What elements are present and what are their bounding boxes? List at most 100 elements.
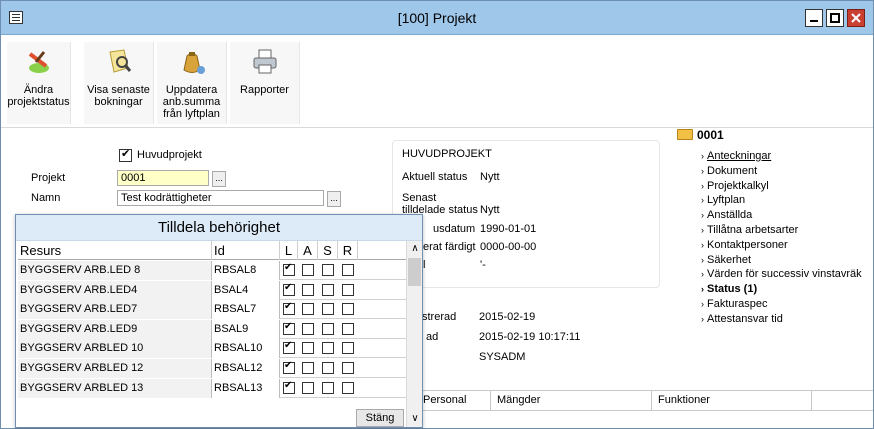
permission-a-checkbox[interactable] bbox=[302, 264, 314, 276]
chevron-right-icon: › bbox=[701, 151, 704, 161]
tree-item[interactable]: › Tillåtna arbetsarter bbox=[701, 223, 798, 237]
change-status-button[interactable]: Ändra projektstatus bbox=[7, 42, 71, 124]
cell-resurs: BYGGSERV ARB.LED7 bbox=[18, 300, 212, 320]
permission-r-checkbox[interactable] bbox=[342, 362, 354, 374]
permission-a-checkbox[interactable] bbox=[302, 381, 314, 394]
permission-a-checkbox[interactable] bbox=[302, 283, 314, 296]
scroll-down-icon[interactable]: ∨ bbox=[407, 411, 423, 427]
permission-l-checkbox[interactable] bbox=[283, 301, 295, 316]
permission-s-checkbox[interactable] bbox=[322, 342, 334, 355]
minimize-button[interactable] bbox=[805, 9, 823, 27]
update-sum-button[interactable]: Uppdatera anb.summa från lyftplan bbox=[157, 42, 227, 124]
permission-l-checkbox[interactable] bbox=[283, 262, 295, 276]
tree-item[interactable]: › Värden för successiv vinstavräk bbox=[701, 267, 862, 281]
permission-s-checkbox[interactable] bbox=[322, 283, 334, 296]
tree-item[interactable]: › Kontaktpersoner bbox=[701, 238, 788, 252]
project-input[interactable]: 0001 bbox=[117, 170, 209, 186]
name-lookup-button[interactable]: ... bbox=[327, 191, 341, 207]
permission-s-checkbox[interactable] bbox=[322, 362, 334, 374]
tree-item[interactable]: › Fakturaspec bbox=[701, 297, 768, 311]
info-value-last-status: Nytt bbox=[480, 204, 500, 216]
permission-a-checkbox[interactable] bbox=[302, 362, 314, 374]
tree-item[interactable]: › Anställda bbox=[701, 208, 752, 222]
project-lookup-button[interactable]: ... bbox=[212, 171, 226, 187]
close-window-button[interactable] bbox=[847, 9, 865, 27]
chevron-right-icon: › bbox=[701, 269, 704, 280]
registered-label: strerad bbox=[422, 311, 457, 323]
chevron-right-icon: › bbox=[701, 284, 704, 295]
tree-item[interactable]: › Säkerhet bbox=[701, 253, 751, 267]
table-row[interactable]: BYGGSERV ARBLED 12 RBSAL12 bbox=[18, 359, 406, 378]
cell-resurs: BYGGSERV ARBLED 10 bbox=[18, 339, 212, 359]
permission-a-checkbox[interactable] bbox=[302, 303, 314, 316]
permission-r-checkbox[interactable] bbox=[342, 264, 354, 276]
scroll-up-icon[interactable]: ∧ bbox=[407, 241, 423, 257]
tab-quantities[interactable]: Mängder bbox=[491, 391, 652, 411]
permission-a-checkbox[interactable] bbox=[302, 342, 314, 355]
permission-r-checkbox[interactable] bbox=[342, 303, 354, 316]
tree-item[interactable]: › Dokument bbox=[701, 164, 757, 178]
permission-r-checkbox[interactable] bbox=[342, 381, 354, 394]
permission-a-checkbox[interactable] bbox=[302, 322, 314, 335]
info-label-finish: erat färdigt bbox=[423, 241, 476, 253]
col-s[interactable]: S bbox=[318, 241, 338, 260]
update-sum-label-3: från lyftplan bbox=[163, 108, 220, 120]
permission-l-checkbox[interactable] bbox=[283, 282, 295, 296]
permission-r-checkbox[interactable] bbox=[342, 342, 354, 355]
view-bookings-button[interactable]: Visa senaste bokningar bbox=[84, 42, 154, 124]
col-a[interactable]: A bbox=[298, 241, 318, 260]
table-row[interactable]: BYGGSERV ARB.LED4 BSAL4 bbox=[18, 280, 406, 300]
permission-s-checkbox[interactable] bbox=[322, 264, 334, 276]
update-sum-label-2: anb.summa bbox=[162, 96, 221, 108]
permission-l-checkbox[interactable] bbox=[283, 380, 295, 394]
table-row[interactable]: BYGGSERV ARB.LED 8 RBSAL8 bbox=[18, 261, 406, 280]
info-value-startdate: 1990-01-01 bbox=[480, 223, 537, 235]
col-l[interactable]: L bbox=[280, 241, 298, 260]
main-project-checkbox[interactable] bbox=[119, 147, 132, 162]
permission-s-checkbox[interactable] bbox=[322, 322, 334, 335]
tree-item[interactable]: › Projektkalkyl bbox=[701, 179, 769, 193]
scroll-thumb[interactable] bbox=[408, 258, 421, 286]
tree-item[interactable]: › Lyftplan bbox=[701, 193, 745, 207]
permission-r-checkbox[interactable] bbox=[342, 283, 354, 296]
permission-s-checkbox[interactable] bbox=[322, 303, 334, 316]
tree-root[interactable]: 0001 bbox=[677, 127, 724, 143]
tree-item[interactable]: › Attestansvar tid bbox=[701, 312, 783, 326]
cell-id: RBSAL10 bbox=[212, 339, 280, 359]
tree-item-label: Lyftplan bbox=[707, 194, 746, 207]
vertical-scrollbar[interactable]: ∧ ∨ bbox=[406, 241, 422, 427]
dialog-title: Tilldela behörighet bbox=[16, 215, 422, 241]
permission-l-checkbox[interactable] bbox=[283, 340, 295, 355]
update-sum-label-1: Uppdatera bbox=[165, 84, 218, 96]
tab-functions[interactable]: Funktioner bbox=[652, 391, 812, 411]
window-controls bbox=[805, 9, 865, 27]
maximize-button[interactable] bbox=[826, 9, 844, 27]
permission-r-checkbox[interactable] bbox=[342, 322, 354, 335]
table-row[interactable]: BYGGSERV ARB.LED7 RBSAL7 bbox=[18, 300, 406, 320]
reports-button[interactable]: Rapporter bbox=[230, 42, 300, 124]
tree-item-label: Anteckningar bbox=[707, 150, 772, 162]
permission-l-checkbox[interactable] bbox=[283, 360, 295, 374]
table-row[interactable]: BYGGSERV ARB.LED9 BSAL9 bbox=[18, 319, 406, 339]
permission-l-checkbox[interactable] bbox=[283, 321, 295, 335]
assign-permission-dialog: Tilldela behörighet Resurs Id L A S R BY… bbox=[15, 214, 423, 428]
tree-item[interactable]: › Status (1) bbox=[701, 282, 757, 296]
table-row[interactable]: BYGGSERV ARBLED 13 RBSAL13 bbox=[18, 378, 406, 398]
name-input[interactable]: Test kodrättigheter bbox=[117, 190, 324, 206]
title-bar[interactable]: [100] Projekt bbox=[1, 1, 873, 35]
chevron-right-icon: › bbox=[701, 165, 704, 176]
tab-personal[interactable]: Personal bbox=[417, 391, 491, 411]
table-row[interactable]: BYGGSERV ARBLED 10 RBSAL10 bbox=[18, 339, 406, 359]
col-id[interactable]: Id bbox=[212, 241, 280, 260]
col-resurs[interactable]: Resurs bbox=[18, 241, 212, 260]
tab-underline bbox=[417, 410, 873, 411]
info-value-finish: 0000-00-00 bbox=[480, 241, 537, 253]
tree-item-label: Värden för successiv vinstavräk bbox=[707, 268, 862, 281]
permission-s-checkbox[interactable] bbox=[322, 381, 334, 394]
chevron-right-icon: › bbox=[701, 225, 704, 235]
tree-item[interactable]: › Anteckningar bbox=[701, 149, 771, 163]
close-dialog-button[interactable]: Stäng bbox=[356, 409, 404, 427]
cell-id: RBSAL12 bbox=[212, 359, 280, 378]
col-r[interactable]: R bbox=[338, 241, 358, 260]
printer-icon bbox=[253, 49, 276, 74]
